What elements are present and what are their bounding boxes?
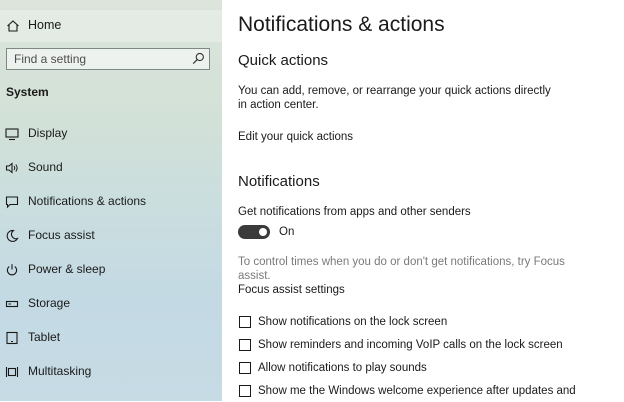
sidebar-item-focus-assist[interactable]: Focus assist (0, 223, 222, 249)
sidebar-item-tablet[interactable]: Tablet (0, 325, 222, 351)
sidebar-item-label: Multitasking (28, 364, 92, 378)
reminders-voip-checkbox[interactable]: Show reminders and incoming VoIP calls o… (238, 338, 618, 356)
sidebar-item-label: Storage (28, 296, 71, 310)
sidebar-item-label: Power & sleep (28, 262, 106, 276)
notifications-heading: Notifications (238, 173, 320, 190)
find-setting-search[interactable] (6, 48, 210, 70)
checkbox-box[interactable] (239, 362, 251, 374)
checkbox-label: Show notifications on the lock screen (258, 316, 448, 328)
sidebar-item-home[interactable]: Home (0, 10, 222, 42)
sidebar-item-multitasking[interactable]: Multitasking (0, 359, 222, 385)
notification-sounds-checkbox[interactable]: Allow notifications to play sounds (238, 361, 618, 379)
storage-icon (5, 297, 19, 311)
focus-assist-settings-link[interactable]: Focus assist settings (238, 283, 345, 297)
multitasking-icon (5, 365, 19, 379)
sidebar-item-label: Sound (28, 160, 63, 174)
sidebar-item-label: Tablet (28, 330, 61, 344)
checkbox-label: Show reminders and incoming VoIP calls o… (258, 339, 563, 351)
checkbox-label: Allow notifications to play sounds (258, 362, 427, 374)
toggle-knob (259, 228, 267, 236)
checkbox-box[interactable] (239, 339, 251, 351)
settings-content: Notifications & actions Quick actions Yo… (222, 0, 624, 401)
toggle-state-label: On (279, 226, 295, 238)
sidebar-item-display[interactable]: Display (0, 121, 222, 147)
sidebar-item-sound[interactable]: Sound (0, 155, 222, 181)
quick-actions-description: You can add, remove, or rearrange your q… (238, 85, 551, 111)
checkbox-box[interactable] (239, 316, 251, 328)
checkbox-box[interactable] (239, 385, 251, 397)
monitor-icon (5, 127, 19, 141)
page-title: Notifications & actions (238, 13, 445, 36)
welcome-experience-checkbox[interactable]: Show me the Windows welcome experience a… (238, 384, 618, 402)
sidebar-item-label: Home (28, 18, 62, 32)
settings-sidebar: Home System Display Sound Notifications … (0, 0, 222, 401)
edit-quick-actions-link[interactable]: Edit your quick actions (238, 130, 353, 144)
sidebar-item-label: Display (28, 126, 68, 140)
sidebar-item-notifications[interactable]: Notifications & actions (0, 189, 222, 215)
tablet-icon (5, 331, 19, 345)
focus-assist-hint: To control times when you do or don't ge… (238, 256, 565, 282)
message-icon (5, 195, 19, 209)
quick-actions-heading: Quick actions (238, 52, 329, 69)
notifications-toggle[interactable] (238, 225, 270, 239)
moon-icon (5, 229, 19, 243)
get-notifications-label: Get notifications from apps and other se… (238, 206, 471, 218)
search-icon[interactable] (192, 52, 205, 65)
sidebar-item-storage[interactable]: Storage (0, 291, 222, 317)
speaker-icon (5, 161, 19, 175)
lock-screen-notifications-checkbox[interactable]: Show notifications on the lock screen (238, 315, 618, 333)
power-icon (5, 263, 19, 277)
search-input[interactable] (7, 49, 194, 69)
checkbox-label: Show me the Windows welcome experience a… (258, 385, 576, 397)
sidebar-item-label: Focus assist (28, 228, 95, 242)
sidebar-item-power-sleep[interactable]: Power & sleep (0, 257, 222, 283)
home-icon (6, 19, 20, 33)
sidebar-item-label: Notifications & actions (28, 194, 147, 208)
sidebar-section-title: System (6, 85, 49, 99)
